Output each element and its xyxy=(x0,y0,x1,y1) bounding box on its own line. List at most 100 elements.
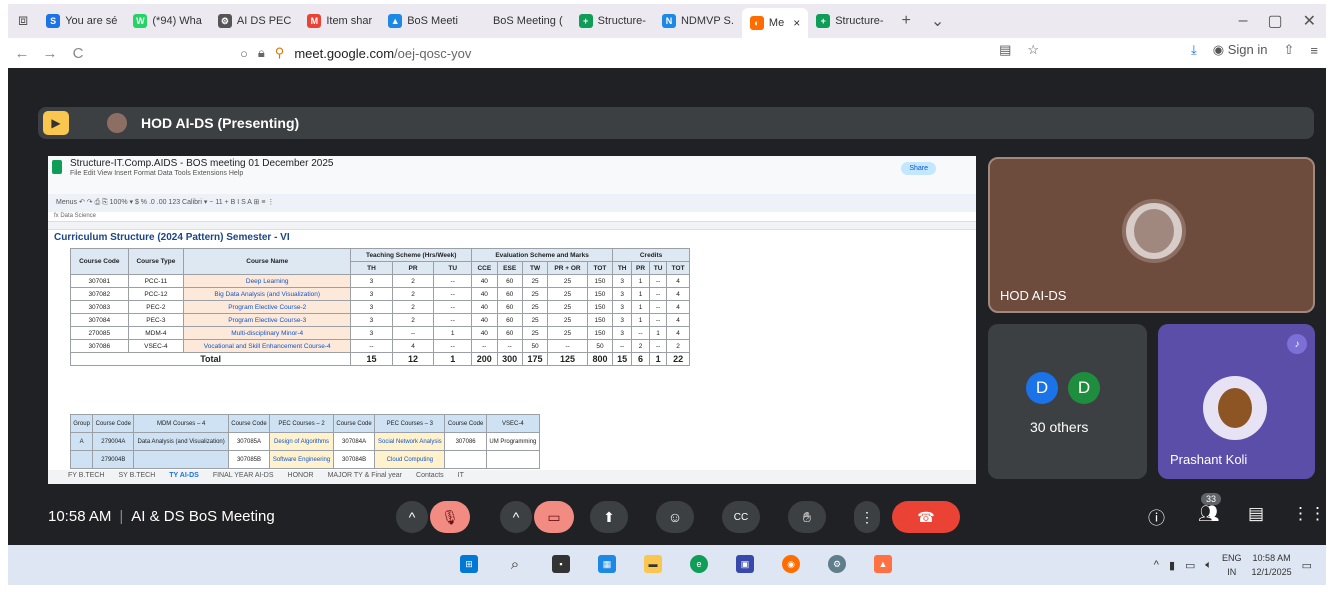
raise-hand-icon[interactable]: ✋︎ xyxy=(788,501,826,533)
edge-browser-icon[interactable]: e xyxy=(690,555,708,573)
back-button[interactable]: ← xyxy=(8,45,36,62)
app-menu-icon[interactable]: ≡ xyxy=(1310,43,1318,58)
lock-icon[interactable]: 🔒︎ xyxy=(258,45,265,61)
activities-icon[interactable]: ⋮⋮ xyxy=(1292,504,1326,524)
people-icon[interactable]: 👥︎ xyxy=(1198,504,1220,524)
browser-tab[interactable]: ⚙ AI DS PEC xyxy=(210,8,299,34)
tab-label: BoS Meeti xyxy=(407,15,458,27)
url-text[interactable]: meet.google.com/oej-qosc-yov xyxy=(294,46,471,61)
browser-tab[interactable]: + Structure- xyxy=(808,8,891,34)
reader-view-icon[interactable]: ▤ xyxy=(999,42,1011,58)
subheader-cell: TH xyxy=(612,261,633,275)
credit-cell: 3 xyxy=(612,326,633,340)
end-call-button[interactable]: ☎︎ xyxy=(892,501,960,533)
permissions-icon[interactable]: ⚲ xyxy=(275,45,285,61)
mic-off-icon[interactable]: 🎙︎ xyxy=(430,501,470,533)
browser-tab[interactable]: + Structure- xyxy=(571,8,654,34)
present-screen-icon[interactable]: ⬆ xyxy=(590,501,628,533)
address-bar[interactable]: ○ 🔒︎ ⚲ meet.google.com/oej-qosc-yov xyxy=(240,43,980,63)
tray-overflow-icon[interactable]: ^ xyxy=(1154,559,1159,571)
course-type-cell: PCC-11 xyxy=(127,274,185,288)
store-icon[interactable]: ▣ xyxy=(736,555,754,573)
participant-tile-featured[interactable]: HOD AI-DS xyxy=(988,157,1315,313)
browser-tab[interactable]: N NDMVP S. xyxy=(654,8,742,34)
windows-start-icon[interactable]: ⊞ xyxy=(460,555,478,573)
network-icon[interactable]: ▮ xyxy=(1169,559,1175,572)
bookmark-star-icon[interactable]: ☆ xyxy=(1027,42,1039,58)
maximize-button[interactable]: ▢ xyxy=(1257,11,1292,31)
reload-button[interactable]: C xyxy=(64,45,92,62)
evaluation-cell: -- xyxy=(547,339,588,353)
settings-gear-icon[interactable]: ⚙ xyxy=(828,555,846,573)
col-credits: Credits xyxy=(612,248,690,262)
more-options-icon[interactable]: ⋮ xyxy=(854,501,880,533)
camera-off-icon[interactable]: ▭ xyxy=(534,501,574,533)
windows-taskbar: ⊞ ⌕ ▪ ▦ ▬ e ▣ ◉ ⚙ ▲ ^ ▮ ▭ 🔈︎ ENG IN 10:58… xyxy=(8,545,1326,585)
browser-tab[interactable]: ▲ BoS Meeti xyxy=(380,8,466,34)
credit-cell: -- xyxy=(631,326,650,340)
evaluation-cell: 25 xyxy=(547,274,588,288)
meeting-info-icon[interactable]: ⓘ xyxy=(1148,504,1165,529)
credit-cell: 4 xyxy=(666,326,690,340)
shared-screen-sheet: Structure-IT.Comp.AIDS - BOS meeting 01 … xyxy=(48,156,976,484)
notifications-icon[interactable]: ▭ xyxy=(1302,559,1312,572)
captions-icon[interactable]: CC xyxy=(722,501,760,533)
others-tile[interactable]: D D 30 others xyxy=(988,324,1147,479)
widgets-icon[interactable]: ▦ xyxy=(598,555,616,573)
firefox-icon[interactable]: ◉ xyxy=(782,555,800,573)
tab-list-button[interactable]: ⌄ xyxy=(921,11,954,31)
new-tab-button[interactable]: + xyxy=(892,12,921,30)
tab-overview-icon[interactable]: ⧈ xyxy=(8,12,38,30)
volume-icon[interactable]: 🔈︎ xyxy=(1205,559,1212,572)
course-code-cell: 307081 xyxy=(70,274,129,288)
credit-cell: 3 xyxy=(612,274,633,288)
audio-options-button[interactable]: ^ xyxy=(396,501,428,533)
total-cell: 22 xyxy=(666,352,690,366)
file-explorer-icon[interactable]: ▬ xyxy=(644,555,662,573)
tracking-shield-icon[interactable]: ○ xyxy=(240,46,248,61)
total-cell: 12 xyxy=(391,352,435,366)
evaluation-cell: 60 xyxy=(496,313,523,327)
group-header-cell: VSEC-4 xyxy=(485,414,541,433)
system-clock[interactable]: 10:58 AM 12/1/2025 xyxy=(1252,551,1292,579)
sheet-tabs-bar: FY B.TECH SY B.TECH TY AI-DS FINAL YEAR AI-… xyxy=(48,470,976,484)
evaluation-cell: 60 xyxy=(496,326,523,340)
teaching-cell: -- xyxy=(433,274,473,288)
credit-cell: -- xyxy=(648,287,668,301)
total-cell: 200 xyxy=(471,352,498,366)
minimize-button[interactable]: – xyxy=(1229,12,1258,30)
emoji-reactions-icon[interactable]: ☺ xyxy=(656,501,694,533)
bottom-margin xyxy=(8,585,1326,601)
tab-close-icon[interactable]: × xyxy=(793,16,800,30)
browser-tab[interactable]: ◐ Me × xyxy=(741,8,809,38)
browser-tab[interactable]: M Item shar xyxy=(299,8,380,34)
teaching-cell: 2 xyxy=(391,313,435,327)
close-window-button[interactable]: ✕ xyxy=(1293,11,1326,31)
forward-button[interactable]: → xyxy=(36,45,64,62)
group-row: A 279004A Data Analysis (and Visualization… xyxy=(69,432,541,451)
evaluation-cell: 60 xyxy=(496,300,523,314)
search-icon[interactable]: ⌕ xyxy=(506,555,524,573)
participant-avatar xyxy=(1122,199,1186,263)
participant-tile-pinned[interactable]: ♪ Prashant Koli xyxy=(1158,324,1315,479)
browser-tab[interactable]: BoS Meeting ( xyxy=(466,8,571,34)
stop-presenting-icon[interactable]: ▶ xyxy=(43,111,69,135)
evaluation-cell: 40 xyxy=(471,326,498,340)
chat-icon[interactable]: ▤ xyxy=(1248,504,1264,524)
video-options-button[interactable]: ^ xyxy=(500,501,532,533)
battery-icon[interactable]: ▭ xyxy=(1185,559,1195,572)
task-view-icon[interactable]: ▪ xyxy=(552,555,570,573)
extensions-icon[interactable]: ⇧ xyxy=(1284,42,1295,58)
vlc-icon[interactable]: ▲ xyxy=(874,555,892,573)
browser-tab[interactable]: W (*94) Wha xyxy=(125,8,210,34)
browser-tab[interactable]: S You are sé xyxy=(38,8,125,34)
group-row: 279004B 307085B Software Engineering 307084… xyxy=(69,450,541,469)
sign-in-button[interactable]: ◉ Sign in xyxy=(1213,42,1268,58)
downloads-icon[interactable]: ⤓ xyxy=(1191,42,1197,58)
course-name-cell: Vocational and Skill Enhancement Course-… xyxy=(183,339,352,353)
language-indicator[interactable]: ENG IN xyxy=(1222,551,1242,579)
sheet-tab: IT xyxy=(457,472,464,479)
sheet-menu-bar: File Edit View Insert Format Data Tools … xyxy=(70,170,244,177)
tab-label: (*94) Wha xyxy=(152,15,202,27)
course-type-cell: PCC-12 xyxy=(127,287,185,301)
